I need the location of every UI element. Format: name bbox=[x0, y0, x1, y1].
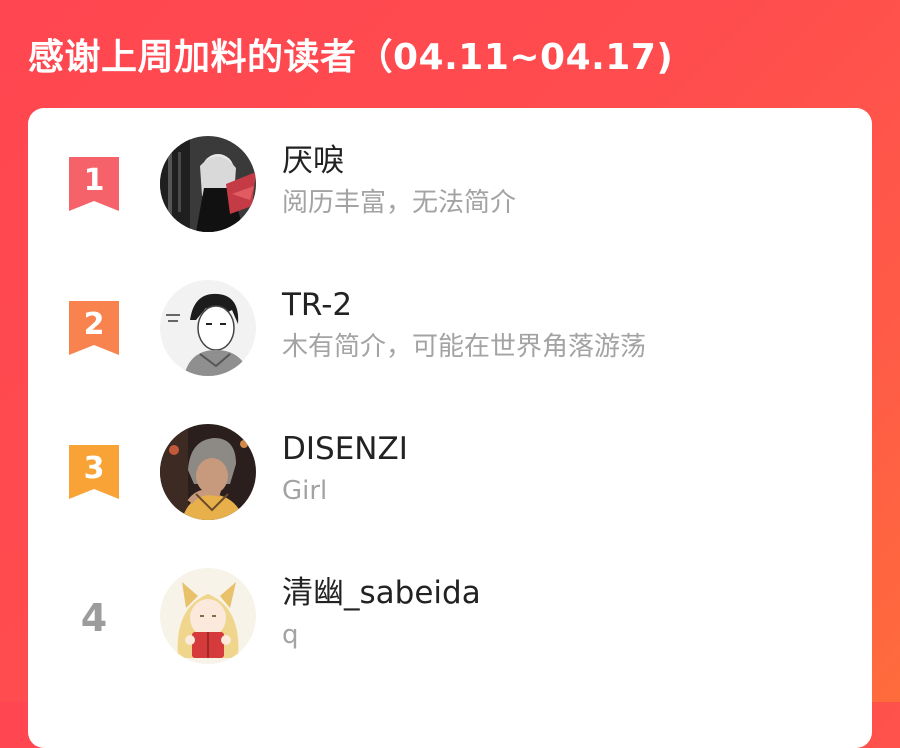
avatar[interactable] bbox=[160, 136, 256, 232]
rank-number: 3 bbox=[84, 451, 105, 486]
rank-1-ribbon-icon: 1 bbox=[69, 157, 119, 211]
reader-list-card: 1 厌唳 阅历丰富，无法简介 2 TR-2 木有简介，可能在世界角落游荡 3 D… bbox=[28, 108, 872, 748]
rank-number: 2 bbox=[84, 307, 105, 342]
reader-name[interactable]: 清幽_sabeida bbox=[282, 572, 481, 614]
reader-row[interactable]: 3 DISENZI Girl bbox=[28, 418, 872, 538]
reader-bio: 阅历丰富，无法简介 bbox=[282, 188, 517, 218]
avatar[interactable] bbox=[160, 568, 256, 664]
rank-number: 1 bbox=[84, 163, 105, 198]
rank-number: 4 bbox=[80, 596, 108, 640]
reader-row[interactable]: 2 TR-2 木有简介，可能在世界角落游荡 bbox=[28, 274, 872, 394]
banner-title: 感谢上周加料的读者（04.11~04.17) bbox=[28, 37, 674, 78]
reader-name[interactable]: 厌唳 bbox=[282, 140, 344, 182]
reader-bio: 木有简介，可能在世界角落游荡 bbox=[282, 332, 647, 362]
reader-name[interactable]: TR-2 bbox=[282, 284, 352, 326]
reader-row[interactable]: 1 厌唳 阅历丰富，无法简介 bbox=[28, 130, 872, 250]
reader-name[interactable]: DISENZI bbox=[282, 428, 408, 470]
avatar[interactable] bbox=[160, 424, 256, 520]
reader-thanks-page: { "banner": { "title": "感谢上周加料的读者（04.11~… bbox=[0, 0, 900, 748]
reader-bio: q bbox=[282, 620, 299, 650]
reader-bio: Girl bbox=[282, 476, 328, 506]
reader-row[interactable]: 4 清幽_sabeida q bbox=[28, 562, 872, 682]
rank-2-ribbon-icon: 2 bbox=[69, 301, 119, 355]
rank-3-ribbon-icon: 3 bbox=[69, 445, 119, 499]
avatar[interactable] bbox=[160, 280, 256, 376]
